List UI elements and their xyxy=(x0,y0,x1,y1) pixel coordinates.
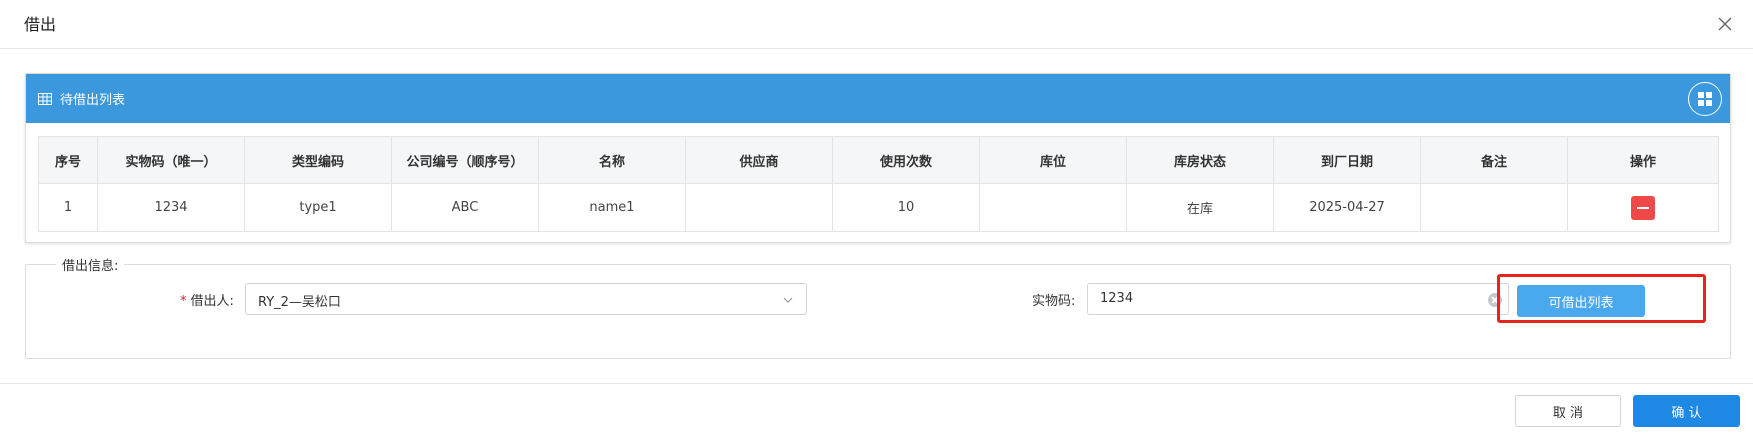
cancel-button[interactable]: 取 消 xyxy=(1515,395,1621,427)
cell-code: 1234 xyxy=(97,183,245,232)
remove-row-button[interactable] xyxy=(1631,195,1655,220)
close-icon[interactable] xyxy=(1713,12,1737,36)
column-header[interactable]: 库房状态 xyxy=(1126,136,1274,184)
footer-divider xyxy=(0,383,1753,384)
code-input-value: 1234 xyxy=(1100,291,1134,306)
confirm-button[interactable]: 确 认 xyxy=(1633,395,1740,427)
pending-borrow-panel: 待借出列表 序号 实物码（唯一） 类型编码 公司编号（顺序号） 名称 供应商 使… xyxy=(25,73,1731,243)
cell-location xyxy=(979,183,1127,232)
cell-remark xyxy=(1420,183,1568,232)
column-header[interactable]: 使用次数 xyxy=(832,136,980,184)
fieldset-legend: 借出信息: xyxy=(56,255,125,274)
column-header[interactable]: 供应商 xyxy=(685,136,833,184)
available-list-button[interactable]: 可借出列表 xyxy=(1517,285,1645,317)
cell-arrival-date: 2025-04-27 xyxy=(1273,183,1421,232)
panel-title: 待借出列表 xyxy=(38,74,125,123)
borrower-select[interactable]: RY_2—吴松口 xyxy=(245,283,807,315)
pending-borrow-table: 序号 实物码（唯一） 类型编码 公司编号（顺序号） 名称 供应商 使用次数 库位… xyxy=(38,136,1719,232)
cell-company-no: ABC xyxy=(391,183,539,232)
table-header-row: 序号 实物码（唯一） 类型编码 公司编号（顺序号） 名称 供应商 使用次数 库位… xyxy=(38,136,1719,184)
chevron-down-icon xyxy=(783,297,793,303)
required-mark: * xyxy=(180,294,187,309)
code-input[interactable]: 1234 xyxy=(1087,283,1509,315)
column-header[interactable]: 序号 xyxy=(38,136,98,184)
column-header[interactable]: 备注 xyxy=(1420,136,1568,184)
cell-warehouse-status: 在库 xyxy=(1126,183,1274,232)
borrower-select-value: RY_2—吴松口 xyxy=(258,295,341,310)
cell-supplier xyxy=(685,183,833,232)
dialog-header: 借出 xyxy=(0,0,1753,49)
column-header[interactable]: 公司编号（顺序号） xyxy=(391,136,539,184)
cell-action xyxy=(1567,183,1719,232)
column-header[interactable]: 类型编码 xyxy=(244,136,392,184)
cell-use-count: 10 xyxy=(832,183,980,232)
code-label: 实物码: xyxy=(1032,294,1076,309)
borrower-label: * 借出人: xyxy=(180,290,234,309)
cell-name: name1 xyxy=(538,183,686,232)
borrower-label-text: 借出人: xyxy=(190,294,234,309)
panel-header: 待借出列表 xyxy=(26,74,1730,123)
cell-type-code: type1 xyxy=(244,183,392,232)
column-header[interactable]: 到厂日期 xyxy=(1273,136,1421,184)
column-header[interactable]: 名称 xyxy=(538,136,686,184)
borrow-dialog: 借出 待借出列表 序号 实物码（唯一） 类型编码 公司编号（顺序号） 名称 供应… xyxy=(0,0,1753,435)
clear-icon[interactable] xyxy=(1488,293,1502,307)
column-header: 操作 xyxy=(1567,136,1719,184)
column-header[interactable]: 实物码（唯一） xyxy=(97,136,245,184)
dialog-title: 借出 xyxy=(24,15,57,34)
column-header[interactable]: 库位 xyxy=(979,136,1127,184)
table-icon xyxy=(38,92,52,105)
grid-layout-icon[interactable] xyxy=(1688,82,1722,116)
panel-title-label: 待借出列表 xyxy=(60,93,126,108)
cell-index: 1 xyxy=(38,183,98,232)
table-row[interactable]: 1 1234 type1 ABC name1 10 在库 2025-04-27 xyxy=(38,183,1719,232)
